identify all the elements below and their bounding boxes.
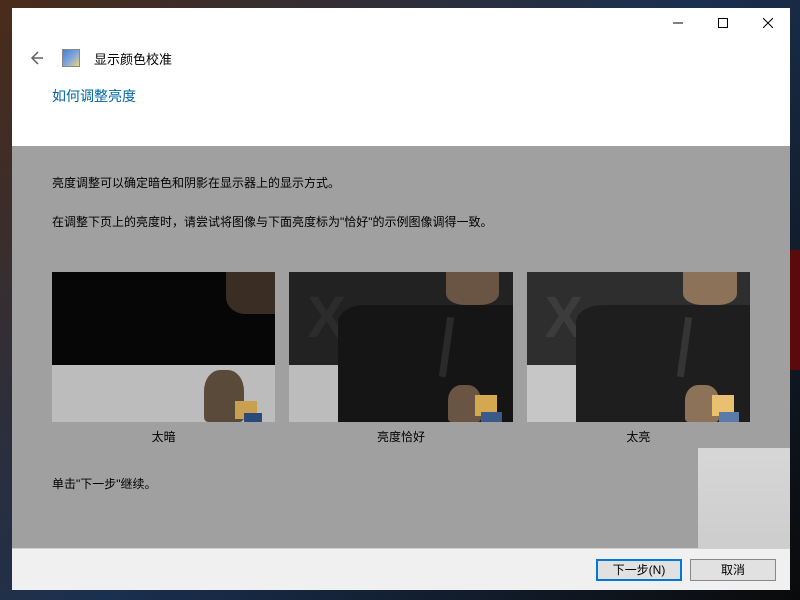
examples-row: 太暗 X 亮度恰好 X 太亮 [52, 272, 750, 445]
example-too-dark: 太暗 [52, 272, 275, 445]
header: 显示颜色校准 [12, 38, 790, 86]
content-area: 如何调整亮度 亮度调整可以确定暗色和阴影在显示器上的显示方式。 在调整下页上的亮… [12, 86, 790, 548]
thumb-too-dark [52, 272, 275, 422]
cancel-button[interactable]: 取消 [690, 559, 776, 581]
titlebar [12, 8, 790, 38]
body-panel: 亮度调整可以确定暗色和阴影在显示器上的显示方式。 在调整下页上的亮度时，请尝试将… [12, 146, 790, 548]
thumb-too-bright: X [527, 272, 750, 422]
page-heading: 如何调整亮度 [52, 86, 750, 106]
example-good: X 亮度恰好 [289, 272, 512, 445]
next-button[interactable]: 下一步(N) [596, 559, 682, 581]
thumb-good: X [289, 272, 512, 422]
caption-good: 亮度恰好 [377, 428, 425, 445]
minimize-button[interactable] [655, 8, 700, 38]
close-button[interactable] [745, 8, 790, 38]
app-icon [62, 49, 80, 67]
app-title: 显示颜色校准 [94, 49, 172, 68]
overlay-artifact [698, 448, 790, 548]
footer: 下一步(N) 取消 [12, 548, 790, 590]
caption-too-dark: 太暗 [152, 428, 176, 445]
instruction-2: 在调整下页上的亮度时，请尝试将图像与下面亮度标为"恰好"的示例图像调得一致。 [52, 213, 750, 232]
desktop-edge [790, 250, 800, 370]
continue-text: 单击"下一步"继续。 [52, 475, 750, 494]
maximize-button[interactable] [700, 8, 745, 38]
instruction-1: 亮度调整可以确定暗色和阴影在显示器上的显示方式。 [52, 174, 750, 193]
caption-too-bright: 太亮 [626, 428, 650, 445]
back-button[interactable] [24, 46, 48, 70]
example-too-bright: X 太亮 [527, 272, 750, 445]
calibration-window: 显示颜色校准 如何调整亮度 亮度调整可以确定暗色和阴影在显示器上的显示方式。 在… [12, 8, 790, 590]
